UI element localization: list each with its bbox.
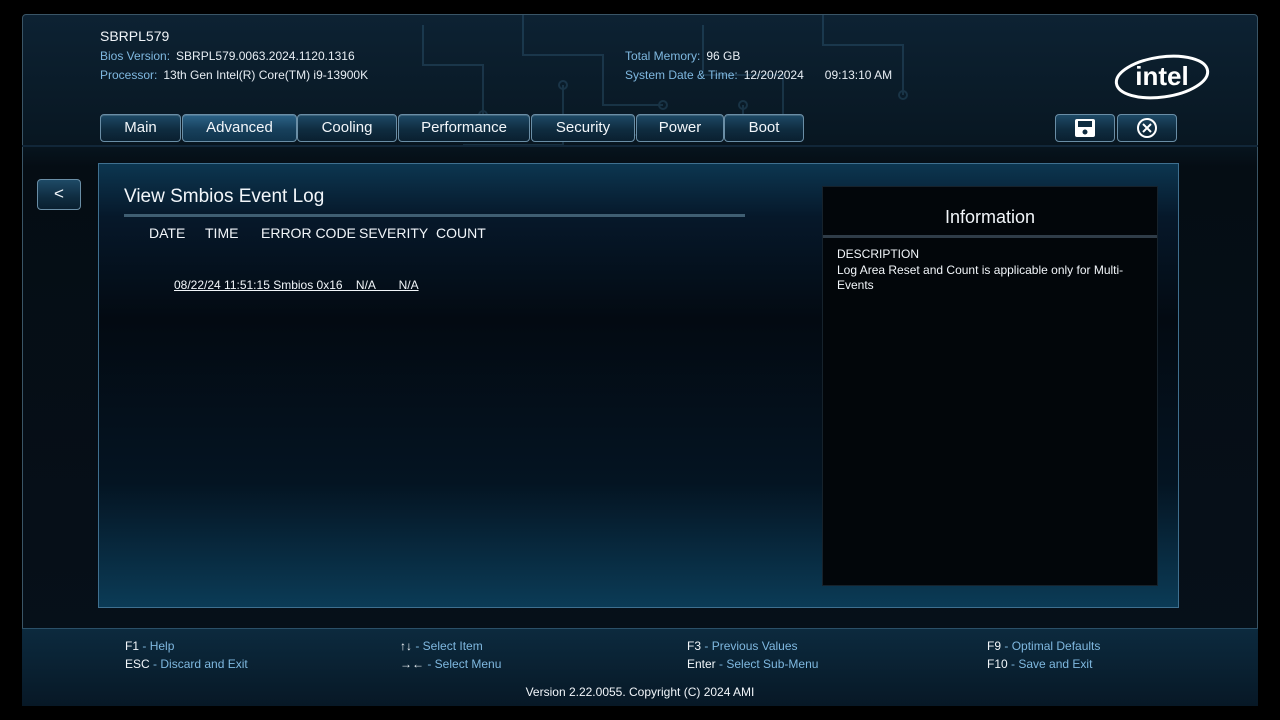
save-icon xyxy=(1075,119,1095,137)
key-label: F10 xyxy=(987,657,1008,671)
datetime-label: System Date & Time: xyxy=(625,68,738,82)
memory-value: 96 GB xyxy=(706,49,741,63)
key-action: Save and Exit xyxy=(1018,657,1093,671)
key-label: ESC xyxy=(125,657,150,671)
key-action: Select Item xyxy=(422,639,483,653)
tab-main[interactable]: Main xyxy=(100,114,181,142)
key-action: Discard and Exit xyxy=(160,657,248,671)
footer-key-optimal-defaults: F9 - Optimal Defaults xyxy=(987,639,1101,653)
description-heading: DESCRIPTION xyxy=(837,247,920,261)
exit-button[interactable] xyxy=(1117,114,1177,142)
column-header-time: TIME xyxy=(205,225,239,241)
system-datetime: System Date & Time: 12/20/2024 09:13:10 AM xyxy=(625,68,892,82)
tab-boot[interactable]: Boot xyxy=(724,114,804,142)
processor-value: 13th Gen Intel(R) Core(TM) i9-13900K xyxy=(163,68,369,82)
system-time[interactable]: 09:13:10 AM xyxy=(825,68,892,82)
key-action: Select Menu xyxy=(434,657,502,671)
key-label: F1 xyxy=(125,639,140,653)
total-memory: Total Memory: 96 GB xyxy=(625,49,740,63)
column-header-error-code: ERROR CODE xyxy=(261,225,356,241)
event-log-row[interactable]: 08/22/24 11:51:15 Smbios 0x16 N/A N/A xyxy=(174,278,419,292)
intel-logo-text: intel xyxy=(1135,61,1188,91)
intel-logo: intel xyxy=(1114,54,1210,100)
save-button[interactable] xyxy=(1055,114,1115,142)
column-header-count: COUNT xyxy=(436,225,486,241)
tab-cooling[interactable]: Cooling xyxy=(297,114,397,142)
information-panel: Information DESCRIPTION Log Area Reset a… xyxy=(822,186,1158,586)
information-title: Information xyxy=(944,207,1036,227)
bios-version-label: Bios Version: xyxy=(100,49,171,63)
page-title: View Smbios Event Log xyxy=(124,186,325,207)
bios-version: Bios Version: SBRPL579.0063.2024.1120.131… xyxy=(100,49,355,63)
key-action: Help xyxy=(149,639,175,653)
key-action: Previous Values xyxy=(711,639,798,653)
key-label: F9 xyxy=(987,639,1002,653)
title-divider xyxy=(124,214,745,217)
footer-key-select-menu: →← - Select Menu xyxy=(400,657,502,671)
footer-key-discard-exit: ESC - Discard and Exit xyxy=(125,657,248,671)
key-label: ↑↓ xyxy=(400,639,412,653)
copyright-text: Version 2.22.0055. Copyright (C) 2024 AM… xyxy=(525,685,755,699)
column-header-date: DATE xyxy=(149,225,186,241)
tab-advanced[interactable]: Advanced xyxy=(182,114,297,142)
footer-key-previous-values: F3 - Previous Values xyxy=(687,639,798,653)
memory-label: Total Memory: xyxy=(625,49,701,63)
key-label: Enter xyxy=(687,657,716,671)
footer-key-select-item: ↑↓ - Select Item xyxy=(400,639,483,653)
footer-bar: F1 - Help ESC - Discard and Exit ↑↓ - Se… xyxy=(22,628,1258,706)
bios-version-value: SBRPL579.0063.2024.1120.1316 xyxy=(176,49,355,63)
key-action: Optimal Defaults xyxy=(1011,639,1101,653)
footer-key-help: F1 - Help xyxy=(125,639,175,653)
key-label: →← xyxy=(400,657,424,671)
header-divider xyxy=(22,145,1258,147)
back-button[interactable]: < xyxy=(37,179,81,210)
key-action: Select Sub-Menu xyxy=(726,657,819,671)
product-name: SBRPL579 xyxy=(100,28,170,44)
system-date[interactable]: 12/20/2024 xyxy=(744,68,804,82)
description-text: Log Area Reset and Count is applicable o… xyxy=(837,263,1124,292)
key-label: F3 xyxy=(687,639,702,653)
tab-power[interactable]: Power xyxy=(636,114,724,142)
footer-key-select-submenu: Enter - Select Sub-Menu xyxy=(687,657,819,671)
processor-info: Processor: 13th Gen Intel(R) Core(TM) i9-… xyxy=(100,68,368,82)
tab-performance[interactable]: Performance xyxy=(398,114,530,142)
column-header-severity: SEVERITY xyxy=(359,225,429,241)
main-panel: View Smbios Event Log DATE TIME ERROR CO… xyxy=(98,163,1179,608)
information-divider xyxy=(823,235,1157,238)
tab-security[interactable]: Security xyxy=(531,114,635,142)
footer-key-save-exit: F10 - Save and Exit xyxy=(987,657,1093,671)
close-circle-icon xyxy=(1137,118,1157,138)
processor-label: Processor: xyxy=(100,68,158,82)
